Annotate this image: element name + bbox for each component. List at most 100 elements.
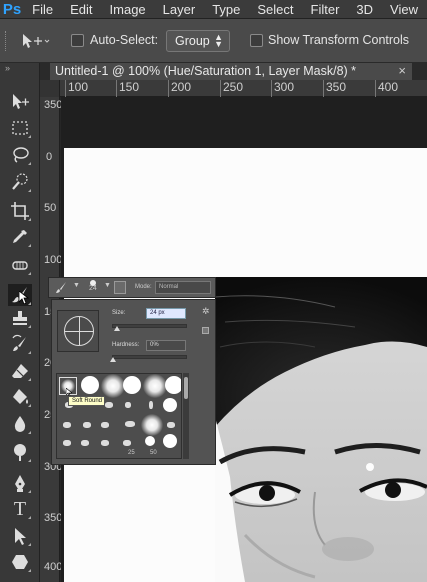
close-icon[interactable]: × <box>398 63 406 78</box>
show-transform-controls-label: Show Transform Controls <box>268 33 410 47</box>
path-selection-arrow-icon <box>15 528 26 545</box>
soft-round-preset[interactable] <box>143 374 167 398</box>
ruler-label: 100 <box>44 254 63 266</box>
document-tab-strip: Untitled-1 @ 100% (Hue/Saturation 1, Lay… <box>40 63 427 80</box>
show-transform-controls-checkbox[interactable] <box>250 34 263 47</box>
portrait-image <box>215 277 427 582</box>
brush-size-preview: 24 <box>89 285 97 292</box>
ruler-label: 300 <box>274 80 295 94</box>
hard-round-preset[interactable] <box>145 436 155 446</box>
brush-preset-icon[interactable] <box>149 401 153 409</box>
menu-select[interactable]: Select <box>249 2 302 17</box>
rectangular-marquee-icon <box>12 121 28 135</box>
move-icon <box>13 94 29 109</box>
options-bar-grip[interactable] <box>5 31 8 51</box>
brush-preset-icon[interactable] <box>54 281 68 295</box>
brush-preset-icon[interactable] <box>101 440 109 446</box>
toggle-brush-panel-icon[interactable] <box>114 281 126 294</box>
presets-scrollbar[interactable] <box>183 373 189 459</box>
menu-file[interactable]: File <box>24 2 62 17</box>
size-field[interactable]: 24 px <box>146 308 186 319</box>
new-preset-icon[interactable] <box>202 327 209 334</box>
brush-preset-icon[interactable] <box>123 440 131 446</box>
soft-round-preset[interactable] <box>101 374 125 398</box>
blur-tool[interactable] <box>8 413 32 435</box>
auto-select-target-dropdown[interactable]: Group ▲ ▼ <box>166 30 230 52</box>
document-tab[interactable]: Untitled-1 @ 100% (Hue/Saturation 1, Lay… <box>50 63 412 80</box>
menu-type[interactable]: Type <box>204 2 249 17</box>
eyedropper-tool[interactable] <box>8 226 32 248</box>
mode-dropdown[interactable]: Normal <box>155 281 211 294</box>
dodge-icon <box>14 444 26 461</box>
preset-size-label: 50 <box>150 450 157 456</box>
move-tool[interactable] <box>8 91 32 113</box>
brush-preset-icon[interactable] <box>81 440 89 446</box>
preset-size-label: 25 <box>128 450 135 456</box>
type-tool[interactable]: T <box>8 498 32 520</box>
pen-tool[interactable] <box>8 472 32 494</box>
brush-presets-list: 25 50 <box>56 373 182 459</box>
marquee-tool[interactable] <box>8 117 32 139</box>
menu-filter[interactable]: Filter <box>303 2 349 17</box>
ruler-label: 0 <box>45 151 53 163</box>
chevron-down-icon[interactable]: ▼ <box>104 282 111 289</box>
size-slider[interactable] <box>112 324 187 328</box>
menu-layer[interactable]: Layer <box>155 2 205 17</box>
toolbox-collapse-icon[interactable]: » <box>5 63 10 73</box>
brush-preset-icon[interactable] <box>105 402 113 408</box>
brush-preset-icon[interactable] <box>167 422 175 428</box>
history-brush-tool[interactable] <box>8 333 32 355</box>
ruler-label: 200 <box>171 80 192 94</box>
gear-icon[interactable]: ✲ <box>202 306 210 317</box>
eraser-tool[interactable] <box>8 360 32 382</box>
history-brush-icon <box>12 334 26 351</box>
size-slider-knob[interactable] <box>113 326 120 331</box>
hardness-field[interactable]: 0% <box>146 340 186 351</box>
hard-round-preset[interactable] <box>163 434 177 448</box>
brush-options-strip: ▼ 24 ▼ Mode: Normal <box>48 277 216 298</box>
move-tool-preset-picker[interactable] <box>20 32 50 50</box>
horizontal-ruler[interactable]: 100 150 200 250 300 350 400 <box>40 80 427 97</box>
dodge-tool[interactable] <box>8 441 32 463</box>
path-selection-tool[interactable] <box>8 525 32 547</box>
chevron-down-icon[interactable]: ▼ <box>73 282 80 289</box>
brush-preset-icon[interactable] <box>101 422 109 428</box>
menu-3d[interactable]: 3D <box>348 2 382 17</box>
shape-tool[interactable] <box>8 551 32 573</box>
crop-tool[interactable] <box>8 200 32 222</box>
type-icon: T <box>13 497 27 520</box>
hardness-slider-knob[interactable] <box>110 357 116 362</box>
portrait-photo[interactable] <box>215 277 427 582</box>
paint-bucket-tool[interactable] <box>8 386 32 408</box>
auto-select-label: Auto-Select: <box>90 33 159 47</box>
menu-image[interactable]: Image <box>102 2 155 17</box>
hard-round-preset[interactable] <box>165 376 181 394</box>
menu-edit[interactable]: Edit <box>62 2 101 17</box>
lasso-tool[interactable] <box>8 144 32 166</box>
brush-angle-roundness-control[interactable] <box>57 310 99 352</box>
mode-label: Mode: <box>135 284 152 290</box>
auto-select-checkbox[interactable] <box>71 34 84 47</box>
ruler-origin[interactable] <box>40 80 60 97</box>
hardness-slider[interactable] <box>112 355 187 359</box>
ruler-label: 400 <box>44 561 63 573</box>
paint-bucket-icon <box>13 389 28 404</box>
hard-round-preset[interactable] <box>81 376 99 394</box>
quick-selection-tool[interactable] <box>8 171 32 193</box>
brush-preset-icon[interactable] <box>125 402 131 408</box>
hard-round-preset[interactable] <box>163 398 177 412</box>
soft-round-preset[interactable] <box>141 414 163 436</box>
clone-stamp-tool[interactable] <box>8 307 32 329</box>
brush-preset-icon[interactable] <box>63 422 71 428</box>
pen-icon <box>15 475 25 492</box>
menu-view[interactable]: View <box>382 2 427 17</box>
brush-preset-icon[interactable] <box>125 421 135 427</box>
spot-healing-tool[interactable] <box>8 254 32 276</box>
hard-round-preset[interactable] <box>123 376 141 394</box>
size-label: Size: <box>112 310 126 316</box>
crop-icon <box>11 202 29 220</box>
quick-selection-icon <box>12 173 28 190</box>
ruler-label: 250 <box>223 80 244 94</box>
brush-preset-icon[interactable] <box>63 440 71 446</box>
brush-preset-icon[interactable] <box>83 422 91 428</box>
